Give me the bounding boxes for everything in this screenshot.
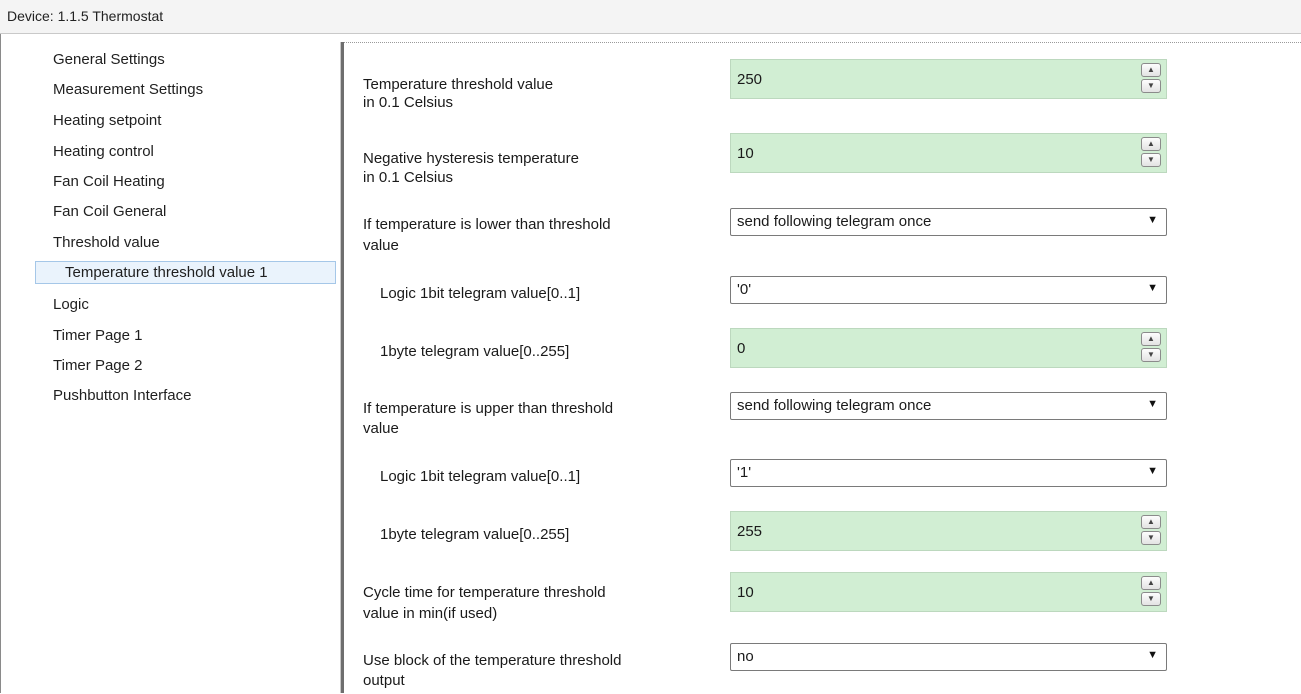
hysteresis-label: Negative hysteresis temperature [363, 150, 579, 167]
chevron-down-icon: ▼ [1147, 214, 1158, 226]
upper-1bit-value: '1' [737, 464, 752, 481]
cycle-label: Cycle time for temperature threshold [363, 584, 606, 601]
lower-mode-label-2: value [363, 237, 399, 254]
spin-down-icon[interactable]: ▼ [1141, 592, 1161, 606]
upper-mode-label: If temperature is upper than threshold [363, 400, 614, 417]
cycle-label-2: value in min(if used) [363, 605, 498, 622]
block-label: Use block of the temperature threshold [363, 652, 622, 669]
sidebar-item-fan-coil-general[interactable]: Fan Coil General [53, 203, 166, 220]
lower-1byte-value: 0 [737, 340, 746, 357]
cycle-time-spinbox[interactable]: 10 ▲ ▼ [730, 572, 1167, 612]
upper-mode-label-2: value [363, 420, 399, 437]
spin-up-icon[interactable]: ▲ [1141, 137, 1161, 151]
chevron-down-icon: ▼ [1147, 398, 1158, 410]
sidebar-item-measurement-settings[interactable]: Measurement Settings [53, 81, 203, 98]
chevron-down-icon: ▼ [1147, 282, 1158, 294]
lower-1byte-spinbox[interactable]: 0 ▲ ▼ [730, 328, 1167, 368]
sidebar-item-fan-coil-heating[interactable]: Fan Coil Heating [53, 173, 165, 190]
spin-up-icon[interactable]: ▲ [1141, 332, 1161, 346]
sidebar: General Settings Measurement Settings He… [0, 34, 341, 693]
sidebar-item-timer-page-1[interactable]: Timer Page 1 [53, 327, 142, 344]
lower-1bit-label: Logic 1bit telegram value[0..1] [380, 285, 581, 302]
sidebar-item-temperature-threshold-value-1[interactable]: Temperature threshold value 1 [35, 261, 336, 284]
threshold-value: 250 [737, 71, 763, 88]
sidebar-item-general-settings[interactable]: General Settings [53, 51, 165, 68]
sidebar-item-timer-page-2[interactable]: Timer Page 2 [53, 357, 142, 374]
threshold-value-spinbox[interactable]: 250 ▲ ▼ [730, 59, 1167, 99]
spin-down-icon[interactable]: ▼ [1141, 348, 1161, 362]
lower-mode-value: send following telegram once [737, 213, 932, 230]
upper-mode-value: send following telegram once [737, 397, 932, 414]
spin-up-icon[interactable]: ▲ [1141, 63, 1161, 77]
upper-1byte-label: 1byte telegram value[0..255] [380, 526, 570, 543]
cycle-time-value: 10 [737, 584, 754, 601]
sidebar-item-heating-control[interactable]: Heating control [53, 143, 154, 160]
chevron-down-icon: ▼ [1147, 649, 1158, 661]
window-title: Device: 1.1.5 Thermostat [7, 8, 164, 24]
block-output-value: no [737, 648, 754, 665]
upper-mode-dropdown[interactable]: send following telegram once ▼ [730, 392, 1167, 420]
sidebar-item-pushbutton-interface[interactable]: Pushbutton Interface [53, 387, 191, 404]
hysteresis-value-spinbox[interactable]: 10 ▲ ▼ [730, 133, 1167, 173]
block-output-dropdown[interactable]: no ▼ [730, 643, 1167, 671]
threshold-label-unit: in 0.1 Celsius [363, 94, 454, 111]
lower-1byte-label: 1byte telegram value[0..255] [380, 343, 570, 360]
spin-down-icon[interactable]: ▼ [1141, 79, 1161, 93]
upper-1bit-label: Logic 1bit telegram value[0..1] [380, 468, 581, 485]
lower-mode-dropdown[interactable]: send following telegram once ▼ [730, 208, 1167, 236]
spin-down-icon[interactable]: ▼ [1141, 153, 1161, 167]
hysteresis-label-unit: in 0.1 Celsius [363, 169, 454, 186]
sidebar-item-heating-setpoint[interactable]: Heating setpoint [53, 112, 161, 129]
upper-1byte-spinbox[interactable]: 255 ▲ ▼ [730, 511, 1167, 551]
block-label-2: output [363, 672, 405, 689]
chevron-down-icon: ▼ [1147, 465, 1158, 477]
threshold-label: Temperature threshold value [363, 76, 554, 93]
spin-up-icon[interactable]: ▲ [1141, 515, 1161, 529]
sidebar-item-logic[interactable]: Logic [53, 296, 89, 313]
upper-1byte-value: 255 [737, 523, 763, 540]
lower-1bit-dropdown[interactable]: '0' ▼ [730, 276, 1167, 304]
spin-down-icon[interactable]: ▼ [1141, 531, 1161, 545]
spin-up-icon[interactable]: ▲ [1141, 576, 1161, 590]
hysteresis-value: 10 [737, 145, 754, 162]
lower-1bit-value: '0' [737, 281, 752, 298]
upper-1bit-dropdown[interactable]: '1' ▼ [730, 459, 1167, 487]
lower-mode-label: If temperature is lower than threshold [363, 216, 611, 233]
sidebar-item-threshold-value[interactable]: Threshold value [53, 234, 160, 251]
window-title-bar: Device: 1.1.5 Thermostat [0, 0, 1301, 34]
